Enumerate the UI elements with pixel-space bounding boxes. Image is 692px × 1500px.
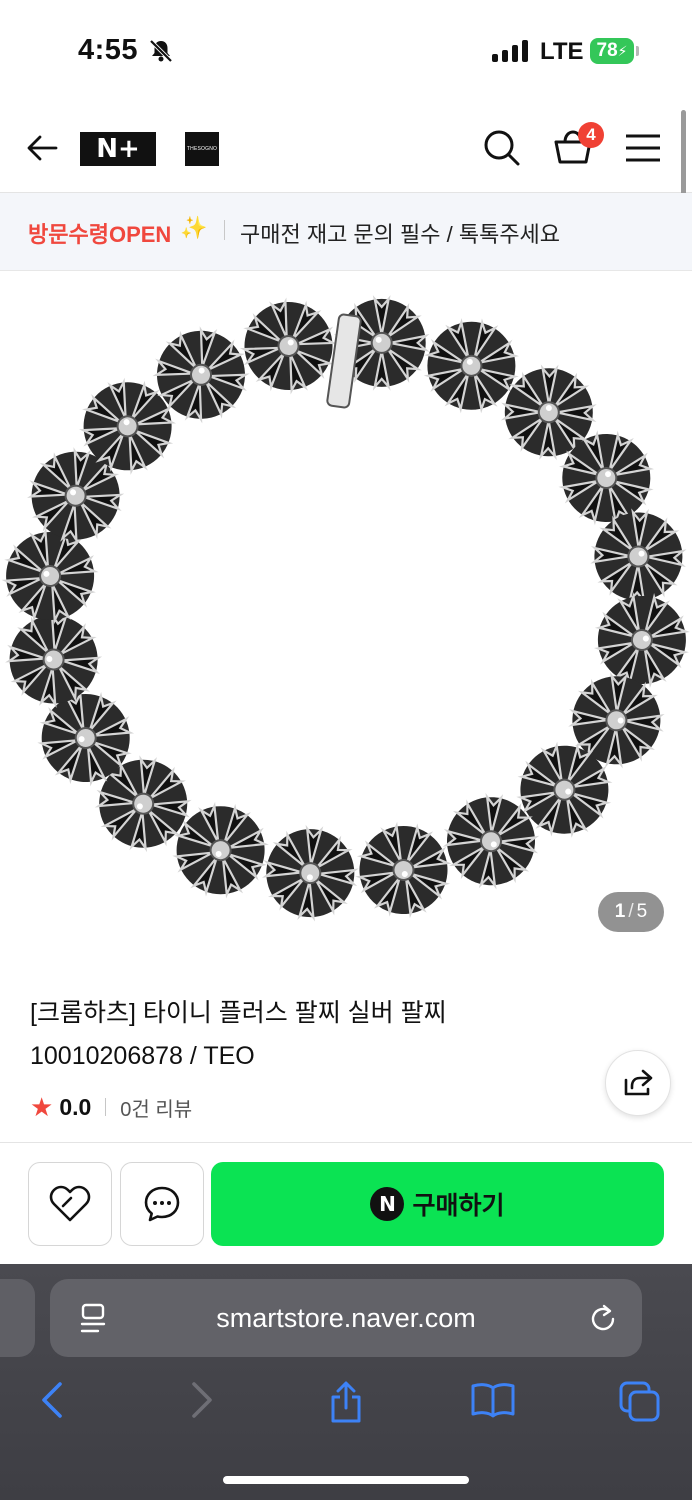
share-icon [624,1069,653,1096]
home-indicator [223,1476,469,1484]
wishlist-button[interactable] [28,1162,112,1246]
heart-link-icon [49,1185,91,1222]
bracelet-link [1,527,99,625]
buy-button-label: 구매하기 [412,1192,505,1220]
status-time: 4:55 [78,34,139,66]
star-icon: ★ [30,1091,54,1122]
url-text[interactable]: smartstore.naver.com [50,1279,642,1357]
rating-row[interactable]: ★ 0.0 0건 리뷰 [30,1092,192,1122]
network-type: LTE [540,38,584,65]
bracelet-link [261,824,359,922]
book-icon[interactable] [470,1380,516,1420]
chevron-right-icon[interactable] [188,1380,216,1420]
battery-cap [636,46,639,56]
bracelet-link [239,297,338,395]
naverpay-n-icon: N [370,1187,405,1221]
bell-off-icon [149,39,173,63]
brand-badge: N+ [96,134,140,164]
image-total: 5 [636,901,648,922]
talktalk-button[interactable] [120,1162,204,1246]
bracelet-link [590,508,687,605]
store-logo[interactable]: THESOGNO [185,132,219,166]
notice-text: 구매전 재고 문의 필수 / 톡톡주세요 [240,222,561,247]
store-header: N+ THESOGNO 4 [0,100,692,193]
bracelet-link [355,821,452,919]
menu-icon[interactable] [624,132,662,164]
product-image[interactable] [0,271,692,961]
rating-divider [105,1098,107,1116]
tabs-icon[interactable] [618,1380,662,1424]
search-icon[interactable] [482,128,522,168]
sparkle-icon: ✨ [180,215,208,240]
product-title-line2: 10010206878 / TEO [30,1042,255,1070]
image-counter: 1 / 5 [598,892,664,932]
rating-score: 0.0 [59,1093,92,1120]
chat-icon [144,1186,180,1222]
notice-tag: 방문수령OPEN [28,222,172,247]
share-button[interactable] [605,1050,671,1116]
notice-banner[interactable]: 방문수령OPEN ✨ 구매전 재고 문의 필수 / 톡톡주세요 [0,193,692,271]
scroll-indicator [681,110,686,206]
naver-plus-logo[interactable]: N+ [80,132,156,166]
bracelet-link [442,792,540,890]
reload-icon[interactable] [590,1303,618,1333]
battery-level: 78 [596,40,618,61]
signal-icon [492,40,528,62]
battery-icon: 78 ⚡ [590,38,634,64]
review-count[interactable]: 0건 리뷰 [120,1093,192,1122]
previous-tab-edge[interactable] [0,1279,35,1357]
section-divider [0,1142,692,1143]
chevron-left-icon[interactable] [38,1380,66,1420]
share-up-icon[interactable] [328,1380,364,1424]
bracelet-illustration [1,295,690,922]
cart-count-badge: 4 [578,122,604,148]
image-separator: / [628,901,634,922]
status-bar: 4:55 LTE 78 ⚡ [0,0,692,100]
image-current: 1 [614,901,626,922]
product-title: [크롬하츠] 타이니 플러스 팔찌 실버 팔찌 10010206878 / TE… [30,992,590,1078]
back-arrow-icon[interactable] [24,130,60,166]
product-title-line1: [크롬하츠] 타이니 플러스 팔찌 실버 팔찌 [30,999,447,1027]
buy-button[interactable]: N 구매하기 [211,1162,664,1246]
notice-divider [224,220,225,240]
